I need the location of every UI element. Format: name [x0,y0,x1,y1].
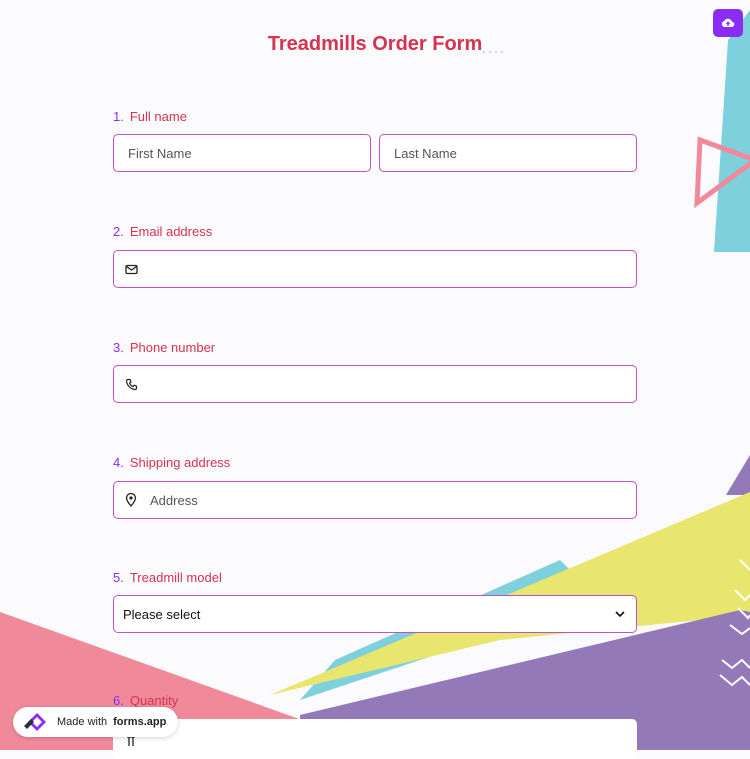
select-value: Please select [123,606,201,622]
question-label-shipping-address: 4. Shipping address [113,455,230,470]
question-number: 1. [113,109,124,124]
email-field[interactable] [113,250,637,288]
email-input[interactable] [138,251,636,287]
quantity-field[interactable] [113,719,637,759]
purple-corner-shape [726,455,750,495]
question-label-phone: 3. Phone number [113,340,215,355]
made-with-forms-app-badge[interactable]: Made with forms.app [13,707,179,737]
question-number: 6. [113,693,124,708]
form-title: Treadmills Order Form [267,33,483,55]
badge-brand: forms.app [113,716,167,728]
phone-input[interactable] [138,366,636,402]
question-number: 2. [113,224,124,239]
question-number: 5. [113,570,124,585]
address-field[interactable] [113,481,637,519]
question-text: Quantity [129,693,179,708]
last-name-field[interactable] [379,134,637,172]
question-text: Phone number [129,340,216,355]
address-input[interactable] [138,482,636,518]
question-label-treadmill-model: 5. Treadmill model [113,570,222,585]
treadmill-model-select[interactable]: Please select [113,595,637,633]
save-progress-button[interactable] [713,9,743,37]
first-name-input[interactable] [114,135,370,171]
envelope-icon [124,262,138,276]
forms-app-logo-icon [24,713,46,731]
quantity-input[interactable] [138,720,636,758]
question-text: Email address [129,224,213,239]
phone-field[interactable] [113,365,637,403]
question-label-quantity: 6. Quantity [113,693,178,708]
question-label-full-name: 1. Full name [113,109,187,124]
badge-prefix: Made with [57,716,108,728]
question-number: 3. [113,340,124,355]
title-decoration [483,51,503,53]
last-name-input[interactable] [380,135,636,171]
chevron-down-icon [615,611,625,618]
question-label-email: 2. Email address [113,224,212,239]
question-text: Full name [129,109,187,124]
map-pin-icon [124,493,138,507]
question-text: Treadmill model [129,570,222,585]
cloud-upload-icon [721,18,735,28]
question-number: 4. [113,455,124,470]
question-text: Shipping address [129,455,231,470]
first-name-field[interactable] [113,134,371,172]
phone-icon [124,377,138,391]
